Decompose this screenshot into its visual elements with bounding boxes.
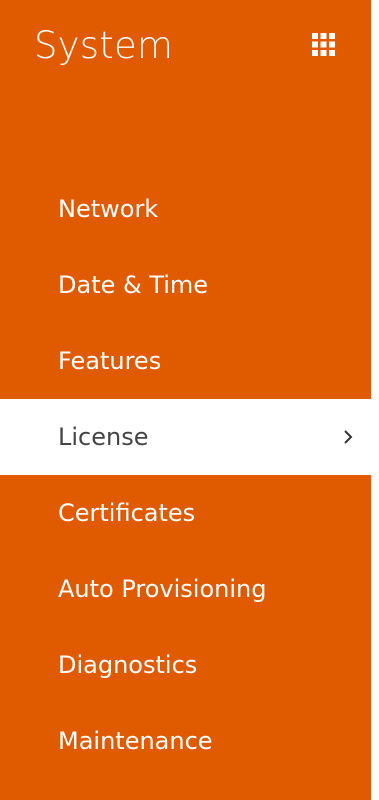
sidebar-header: System bbox=[0, 0, 371, 110]
menu-item-auto-provisioning[interactable]: Auto Provisioning bbox=[0, 551, 371, 627]
menu-item-features[interactable]: Features bbox=[0, 323, 371, 399]
menu-item-certificates[interactable]: Certificates bbox=[0, 475, 371, 551]
page-title: System bbox=[34, 24, 174, 67]
system-menu: Network Date & Time Features License Cer… bbox=[0, 171, 371, 779]
chevron-right-icon bbox=[343, 399, 357, 475]
menu-item-label: Maintenance bbox=[58, 727, 213, 755]
menu-item-label: Date & Time bbox=[58, 271, 209, 299]
menu-item-label: Auto Provisioning bbox=[58, 575, 267, 603]
system-sidebar: System Network Date & Time Features Lice… bbox=[0, 0, 371, 800]
menu-item-label: Features bbox=[58, 347, 162, 375]
menu-item-label: Network bbox=[58, 195, 159, 223]
grid-icon[interactable] bbox=[312, 33, 335, 56]
menu-item-diagnostics[interactable]: Diagnostics bbox=[0, 627, 371, 703]
menu-item-network[interactable]: Network bbox=[0, 171, 371, 247]
menu-item-label: Diagnostics bbox=[58, 651, 198, 679]
menu-item-label: Certificates bbox=[58, 499, 196, 527]
menu-item-maintenance[interactable]: Maintenance bbox=[0, 703, 371, 779]
menu-item-license[interactable]: License bbox=[0, 399, 371, 475]
menu-item-label: License bbox=[58, 423, 149, 451]
menu-item-date-time[interactable]: Date & Time bbox=[0, 247, 371, 323]
